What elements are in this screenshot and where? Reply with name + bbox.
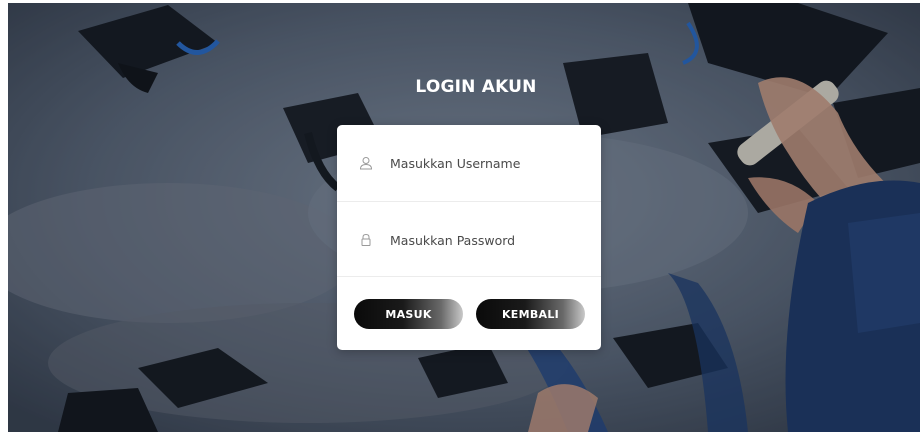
login-page: LOGIN AKUN MASUK KEMBALI — [8, 3, 920, 432]
login-title: LOGIN AKUN — [415, 77, 537, 97]
masuk-button[interactable]: MASUK — [354, 299, 463, 329]
username-input[interactable] — [390, 151, 580, 175]
password-field-row — [337, 202, 601, 277]
login-form: MASUK KEMBALI — [337, 125, 601, 350]
user-icon — [359, 157, 373, 170]
lock-icon — [361, 233, 371, 246]
username-field-row — [337, 125, 601, 202]
kembali-button[interactable]: KEMBALI — [476, 299, 585, 329]
password-input[interactable] — [390, 228, 580, 252]
